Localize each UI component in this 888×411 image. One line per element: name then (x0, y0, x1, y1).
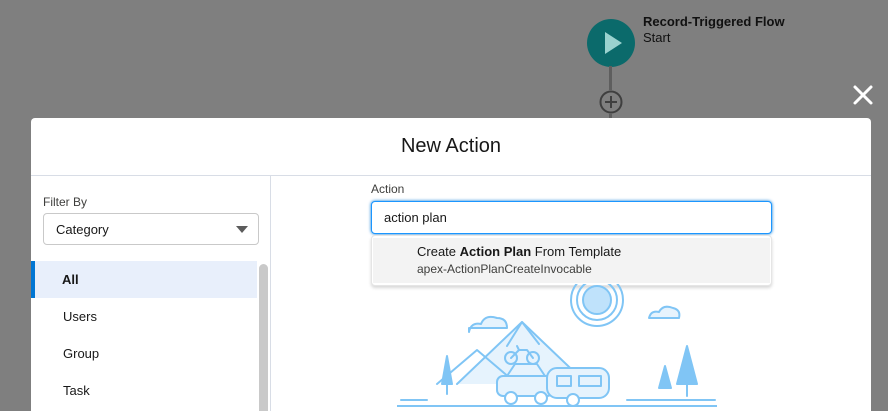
category-label: Group (63, 346, 100, 361)
close-icon (853, 85, 873, 105)
modal-title: New Action (400, 135, 502, 157)
suggestion-title: Create Action Plan From Template (417, 244, 621, 259)
category-item-all[interactable]: All (31, 261, 257, 298)
suggestion-suffix: From Template (531, 244, 622, 259)
play-icon (605, 32, 622, 54)
category-label: Task (63, 383, 90, 398)
action-search-input[interactable] (371, 201, 772, 234)
action-panel: Action Create Action Plan From Template … (272, 176, 871, 411)
action-suggestions: Create Action Plan From Template apex-Ac… (371, 235, 772, 286)
sidebar-scrollbar[interactable] (259, 264, 268, 411)
category-item-task[interactable]: Task (31, 372, 257, 409)
close-modal-button[interactable] (848, 80, 878, 110)
category-label: All (62, 272, 79, 287)
action-label: Action (371, 182, 405, 196)
suggestion-match: Action Plan (459, 244, 532, 259)
category-list: All Users Group Task (31, 261, 257, 409)
start-node[interactable] (587, 19, 635, 67)
add-element-button[interactable] (599, 90, 623, 114)
filter-selected-value: Category (56, 221, 109, 237)
category-item-users[interactable]: Users (31, 298, 257, 335)
chevron-down-icon (236, 226, 248, 233)
modal-header: New Action (31, 118, 871, 176)
filter-sidebar: Filter By Category All Users Group Task (31, 176, 271, 411)
plus-circle-icon (599, 90, 623, 114)
flow-title: Record-Triggered Flow (643, 14, 785, 29)
flow-subtitle: Start (643, 30, 671, 45)
suggestion-prefix: Create (417, 244, 460, 259)
category-label: Users (63, 309, 97, 324)
category-item-group[interactable]: Group (31, 335, 257, 372)
empty-state-illustration (397, 284, 717, 407)
new-action-modal: New Action Filter By Category All Users … (31, 118, 871, 411)
filter-label: Filter By (43, 195, 88, 209)
suggestion-api-name: apex-ActionPlanCreateInvocable (417, 262, 592, 276)
suggestion-option[interactable]: Create Action Plan From Template apex-Ac… (373, 238, 770, 283)
filter-select[interactable]: Category (43, 213, 259, 245)
